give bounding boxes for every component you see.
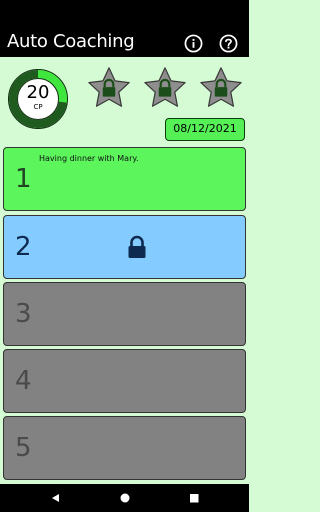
- info-icon[interactable]: [184, 34, 203, 53]
- coaching-slot-1[interactable]: 1 Having dinner with Mary.: [3, 147, 246, 211]
- slot-number: 3: [15, 299, 32, 329]
- slot-number: 5: [15, 433, 32, 463]
- coaching-slot-2[interactable]: 2: [3, 215, 246, 279]
- locked-star-icon[interactable]: [198, 66, 244, 112]
- cp-unit-label: CP: [33, 103, 43, 111]
- coaching-slot-4[interactable]: 4: [3, 349, 246, 413]
- date-button[interactable]: 08/12/2021: [165, 118, 245, 141]
- cp-value: 20: [26, 82, 50, 103]
- slot-note: Having dinner with Mary.: [39, 154, 139, 163]
- coaching-slot-3[interactable]: 3: [3, 282, 246, 346]
- locked-star-icon[interactable]: [142, 66, 188, 112]
- lock-icon: [128, 235, 146, 258]
- help-icon[interactable]: [219, 34, 238, 53]
- slot-number: 4: [15, 366, 32, 396]
- recents-square-icon[interactable]: [188, 492, 200, 504]
- home-circle-icon[interactable]: [119, 492, 131, 504]
- back-triangle-icon[interactable]: [49, 492, 61, 504]
- coaching-slot-5[interactable]: 5: [3, 416, 246, 480]
- app-title: Auto Coaching: [7, 31, 135, 52]
- app-bar: Auto Coaching: [0, 0, 249, 57]
- system-nav-bar: [0, 484, 249, 512]
- slot-number: 1: [15, 164, 32, 194]
- slot-number: 2: [15, 232, 32, 262]
- locked-star-icon[interactable]: [86, 66, 132, 112]
